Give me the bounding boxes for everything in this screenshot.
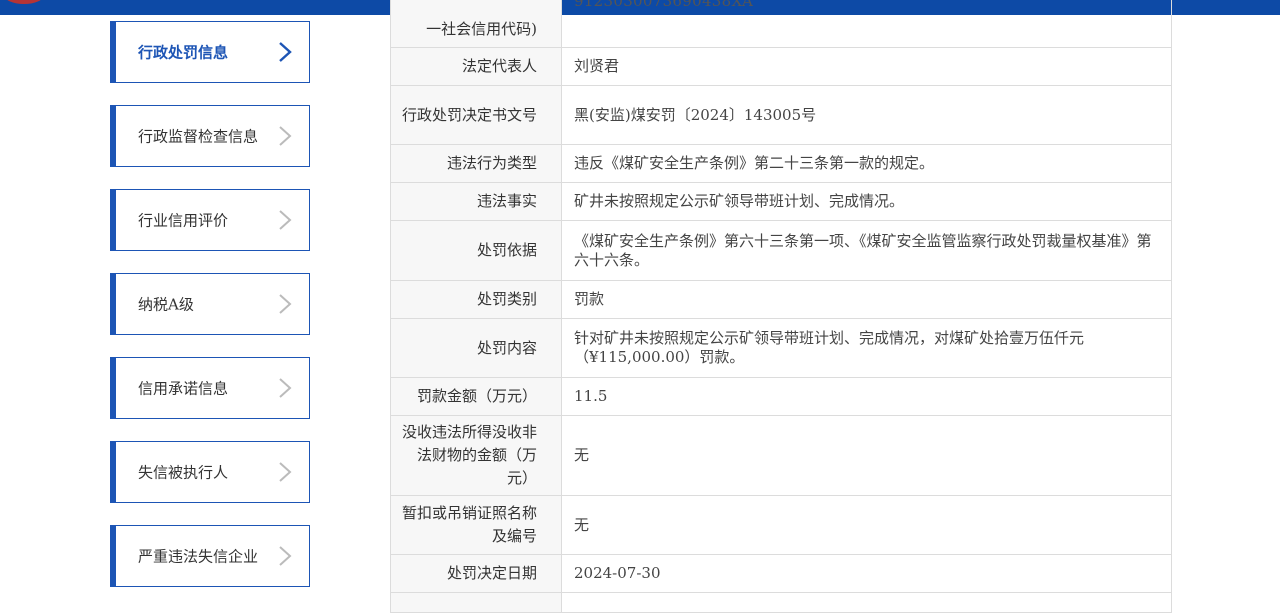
table-row: 暂扣或吊销证照名称及编号 无	[391, 496, 1171, 555]
table-row: 处罚依据 《煤矿安全生产条例》第六十三条第一项、《煤矿安全监管监察行政处罚裁量权…	[391, 221, 1171, 281]
field-value: 11.5	[574, 387, 608, 405]
table-row: 没收违法所得没收非法财物的金额（万元） 无	[391, 416, 1171, 496]
sidebar-item-label: 行政监督检查信息	[138, 127, 259, 146]
chevron-right-icon	[277, 376, 293, 400]
field-value: 违反《煤矿安全生产条例》第二十三条第一款的规定。	[574, 154, 935, 172]
field-value: 91230300736904​38XA	[574, 0, 754, 10]
table-row: 法定代表人 刘贤君	[391, 48, 1171, 86]
field-label: 法定代表人	[391, 48, 562, 85]
sidebar-item-label: 行业信用评价	[138, 211, 229, 230]
sidebar-item-credit-commitment[interactable]: 信用承诺信息	[110, 357, 310, 419]
sidebar-item-industry-credit-rating[interactable]: 行业信用评价	[110, 189, 310, 251]
sidebar-item-dishonest-debtor[interactable]: 失信被执行人	[110, 441, 310, 503]
field-label: 处罚内容	[391, 319, 562, 377]
chevron-right-icon	[277, 292, 293, 316]
field-label: 行政处罚决定书文号	[391, 86, 562, 144]
field-value: 黑(安监)煤安罚〔2024〕143005号	[574, 105, 817, 124]
table-row: 违法行为类型 违反《煤矿安全生产条例》第二十三条第一款的规定。	[391, 145, 1171, 183]
sidebar-item-label: 信用承诺信息	[138, 379, 229, 398]
sidebar-item-administrative-penalty[interactable]: 行政处罚信息	[110, 21, 310, 83]
field-label: 罚款金额（万元）	[391, 378, 562, 415]
field-value: 矿井未按照规定公示矿领导带班计划、完成情况。	[574, 192, 905, 210]
table-row: 处罚内容 针对矿井未按照规定公示矿领导带班计划、完成情况，对煤矿处拾壹万伍仟元（…	[391, 319, 1171, 378]
field-label	[391, 593, 562, 612]
table-row: 罚款金额（万元） 11.5	[391, 378, 1171, 416]
chevron-right-icon	[277, 40, 293, 64]
sidebar-item-label: 失信被执行人	[138, 463, 229, 482]
chevron-right-icon	[277, 460, 293, 484]
sidebar-item-label: 纳税A级	[138, 295, 194, 314]
table-row: 行政处罚决定书文号 黑(安监)煤安罚〔2024〕143005号	[391, 86, 1171, 145]
chevron-right-icon	[277, 208, 293, 232]
chevron-right-icon	[277, 544, 293, 568]
field-label: 暂扣或吊销证照名称及编号	[391, 496, 562, 554]
penalty-detail-table: 一社会信用代码) 91230300736904​38XA 法定代表人 刘贤君 行…	[390, 0, 1172, 613]
table-row: 处罚类别 罚款	[391, 281, 1171, 319]
field-value: 无	[574, 515, 590, 534]
table-row: 一社会信用代码) 91230300736904​38XA	[391, 0, 1171, 48]
field-value: 无	[574, 446, 590, 464]
sidebar-item-label: 行政处罚信息	[138, 43, 229, 62]
site-logo-icon	[4, 0, 44, 4]
field-value: 针对矿井未按照规定公示矿领导带班计划、完成情况，对煤矿处拾壹万伍仟元（¥115,…	[574, 329, 1085, 366]
chevron-right-icon	[277, 124, 293, 148]
field-value	[562, 593, 1171, 612]
table-row	[391, 593, 1171, 613]
sidebar-item-label: 严重违法失信企业	[138, 547, 259, 566]
field-label: 没收违法所得没收非法财物的金额（万元）	[391, 416, 562, 495]
table-row: 处罚决定日期 2024-07-30	[391, 555, 1171, 593]
field-label: 违法事实	[391, 183, 562, 220]
sidebar-item-serious-violation[interactable]: 严重违法失信企业	[110, 525, 310, 587]
field-value: 2024-07-30	[574, 564, 661, 582]
table-row: 违法事实 矿井未按照规定公示矿领导带班计划、完成情况。	[391, 183, 1171, 221]
field-value: 刘贤君	[574, 57, 620, 75]
field-label: 处罚决定日期	[391, 555, 562, 592]
field-value: 《煤矿安全生产条例》第六十三条第一项、《煤矿安全监管监察行政处罚裁量权基准》第六…	[574, 231, 1152, 269]
field-label: 违法行为类型	[391, 145, 562, 182]
sidebar-item-tax-grade-a[interactable]: 纳税A级	[110, 273, 310, 335]
field-label: 一社会信用代码)	[391, 0, 562, 47]
field-label: 处罚依据	[391, 221, 562, 280]
sidebar-item-supervision-inspection[interactable]: 行政监督检查信息	[110, 105, 310, 167]
field-label: 处罚类别	[391, 281, 562, 318]
field-value: 罚款	[574, 290, 605, 308]
